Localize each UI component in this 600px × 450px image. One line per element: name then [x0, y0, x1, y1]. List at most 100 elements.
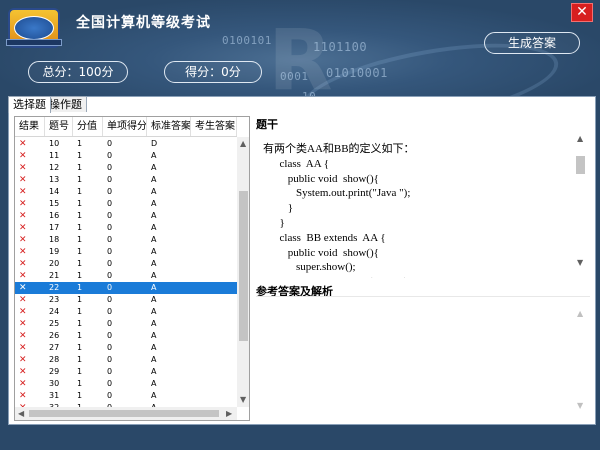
table-row[interactable]: ✕ 13 1 0 A — [15, 174, 237, 186]
item-score: 0 — [107, 355, 113, 364]
standard-answer: A — [151, 151, 157, 160]
question-number: 17 — [49, 223, 60, 232]
table-row[interactable]: ✕ 15 1 0 A — [15, 198, 237, 210]
standard-answer: A — [151, 283, 157, 292]
table-row[interactable]: ✕ 26 1 0 A — [15, 330, 237, 342]
scroll-right-icon[interactable]: ▶ — [226, 409, 232, 419]
points: 1 — [77, 391, 83, 400]
table-row[interactable]: ✕ 17 1 0 A — [15, 222, 237, 234]
item-score: 0 — [107, 367, 113, 376]
table-row[interactable]: ✕ 10 1 0 D — [15, 138, 237, 150]
table-row[interactable]: ✕ 20 1 0 A — [15, 258, 237, 270]
result-mark: ✕ — [19, 223, 27, 233]
standard-answer: A — [151, 391, 157, 400]
table-row[interactable]: ✕ 14 1 0 A — [15, 186, 237, 198]
table-row[interactable]: ✕ 21 1 0 A — [15, 270, 237, 282]
close-button[interactable]: ✕ — [571, 3, 593, 22]
column-header-standard-answer[interactable]: 标准答案 — [147, 117, 191, 136]
points: 1 — [77, 223, 83, 232]
result-mark: ✕ — [19, 151, 27, 161]
table-row[interactable]: ✕ 24 1 0 A — [15, 306, 237, 318]
scroll-up-icon[interactable]: ▲ — [577, 134, 583, 144]
student-answer — [191, 306, 237, 318]
table-row[interactable]: ✕ 18 1 0 A — [15, 234, 237, 246]
result-mark: ✕ — [19, 391, 27, 401]
scroll-left-icon[interactable]: ◀ — [18, 409, 24, 419]
standard-answer: A — [151, 367, 157, 376]
item-score: 0 — [107, 199, 113, 208]
points: 1 — [77, 307, 83, 316]
logo-emblem-icon — [14, 16, 54, 40]
table-row[interactable]: ✕ 28 1 0 A — [15, 354, 237, 366]
standard-answer: A — [151, 379, 157, 388]
scroll-down-icon[interactable]: ▼ — [577, 258, 583, 268]
item-score: 0 — [107, 343, 113, 352]
student-answer — [191, 354, 237, 366]
decorative-binary: 0001 — [280, 70, 309, 83]
result-mark: ✕ — [19, 235, 27, 245]
question-number: 22 — [49, 283, 60, 292]
table-row[interactable]: ✕ 16 1 0 A — [15, 210, 237, 222]
scroll-down-icon[interactable]: ▼ — [577, 401, 583, 411]
table-row[interactable]: ✕ 19 1 0 A — [15, 246, 237, 258]
table-row[interactable]: ✕ 23 1 0 A — [15, 294, 237, 306]
scroll-thumb[interactable] — [576, 156, 585, 174]
item-score: 0 — [107, 151, 113, 160]
scroll-up-icon[interactable]: ▲ — [240, 139, 246, 149]
column-header-student-answer[interactable]: 考生答案 — [191, 117, 237, 136]
answer-text-box[interactable]: ▲ ▼ — [256, 296, 590, 423]
table-row[interactable]: ✕ 30 1 0 A — [15, 378, 237, 390]
points: 1 — [77, 355, 83, 364]
app-title: 全国计算机等级考试 — [76, 15, 211, 31]
table-row[interactable]: ✕ 12 1 0 A — [15, 162, 237, 174]
result-mark: ✕ — [19, 367, 27, 377]
table-vertical-scrollbar[interactable]: ▲ ▼ — [237, 137, 249, 407]
item-score: 0 — [107, 283, 113, 292]
standard-answer: A — [151, 331, 157, 340]
table-row[interactable]: ✕ 22 1 0 A — [15, 282, 237, 294]
table-header: 结果 题号 分值 单项得分 标准答案 考生答案 — [15, 117, 237, 137]
result-mark: ✕ — [19, 379, 27, 389]
item-score: 0 — [107, 379, 113, 388]
standard-answer: A — [151, 355, 157, 364]
scroll-thumb[interactable] — [29, 410, 219, 417]
scroll-down-icon[interactable]: ▼ — [240, 395, 246, 405]
table-row[interactable]: ✕ 29 1 0 A — [15, 366, 237, 378]
column-header-number[interactable]: 题号 — [45, 117, 73, 136]
table-row[interactable]: ✕ 31 1 0 A — [15, 390, 237, 402]
points: 1 — [77, 259, 83, 268]
student-answer — [191, 282, 237, 294]
column-header-item-score[interactable]: 单项得分 — [103, 117, 147, 136]
points: 1 — [77, 175, 83, 184]
table-horizontal-scrollbar[interactable]: ◀ ▶ — [15, 407, 237, 420]
table-row[interactable]: ✕ 25 1 0 A — [15, 318, 237, 330]
standard-answer: A — [151, 343, 157, 352]
question-number: 15 — [49, 199, 60, 208]
question-text-box[interactable]: 有两个类AA和BB的定义如下： class AA { public void s… — [256, 130, 590, 278]
points: 1 — [77, 319, 83, 328]
question-scrollbar[interactable]: ▲ ▼ — [574, 130, 587, 278]
question-number: 29 — [49, 367, 60, 376]
result-mark: ✕ — [19, 199, 27, 209]
points: 1 — [77, 343, 83, 352]
column-header-points[interactable]: 分值 — [73, 117, 103, 136]
question-number: 19 — [49, 247, 60, 256]
tab-choice-questions[interactable]: 选择题 — [8, 96, 51, 113]
decorative-r-glyph: R — [268, 11, 333, 96]
answer-scrollbar[interactable]: ▲ ▼ — [574, 297, 587, 423]
table-row[interactable]: ✕ 27 1 0 A — [15, 342, 237, 354]
student-answer — [191, 246, 237, 258]
total-score-badge: 总分：100分 — [28, 61, 128, 83]
scroll-thumb[interactable] — [239, 191, 248, 341]
table-row[interactable]: ✕ 11 1 0 A — [15, 150, 237, 162]
table-body: ✕ 10 1 0 D ✕ 11 1 0 A ✕ 12 1 0 A ✕ 13 1 0 A ✕ 14 1 0 A ✕ 15 1 0 A ✕ 16 1… — [15, 138, 237, 414]
points: 1 — [77, 211, 83, 220]
column-header-result[interactable]: 结果 — [15, 117, 45, 136]
student-answer — [191, 258, 237, 270]
student-answer — [191, 318, 237, 330]
result-mark: ✕ — [19, 319, 27, 329]
student-answer — [191, 150, 237, 162]
scroll-up-icon[interactable]: ▲ — [577, 309, 583, 319]
standard-answer: A — [151, 223, 157, 232]
generate-answer-button[interactable]: 生成答案 — [484, 32, 580, 54]
